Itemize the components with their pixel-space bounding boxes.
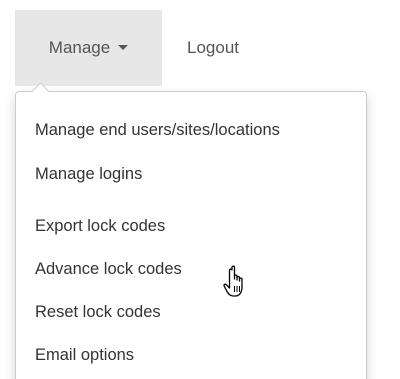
menu-item-reset-lock-codes[interactable]: Reset lock codes [35,303,161,322]
logout-link[interactable]: Logout [162,10,259,86]
menu-item-manage-end-users[interactable]: Manage end users/sites/locations [35,121,280,140]
manage-menu-label: Manage [48,38,111,57]
menu-item-advance-lock-codes[interactable]: Advance lock codes [35,260,182,279]
hand-pointer-cursor-icon [223,265,243,297]
menu-item-export-lock-codes[interactable]: Export lock codes [35,217,165,236]
logout-label: Logout [187,38,239,57]
navbar: Manage Logout [15,10,259,86]
caret-down-icon [118,44,129,50]
page: Manage Logout Manage end users/sites/loc… [0,0,400,379]
menu-item-email-options[interactable]: Email options [35,346,134,365]
menu-item-manage-logins[interactable]: Manage logins [35,165,142,184]
manage-menu-toggle[interactable]: Manage [15,10,162,86]
